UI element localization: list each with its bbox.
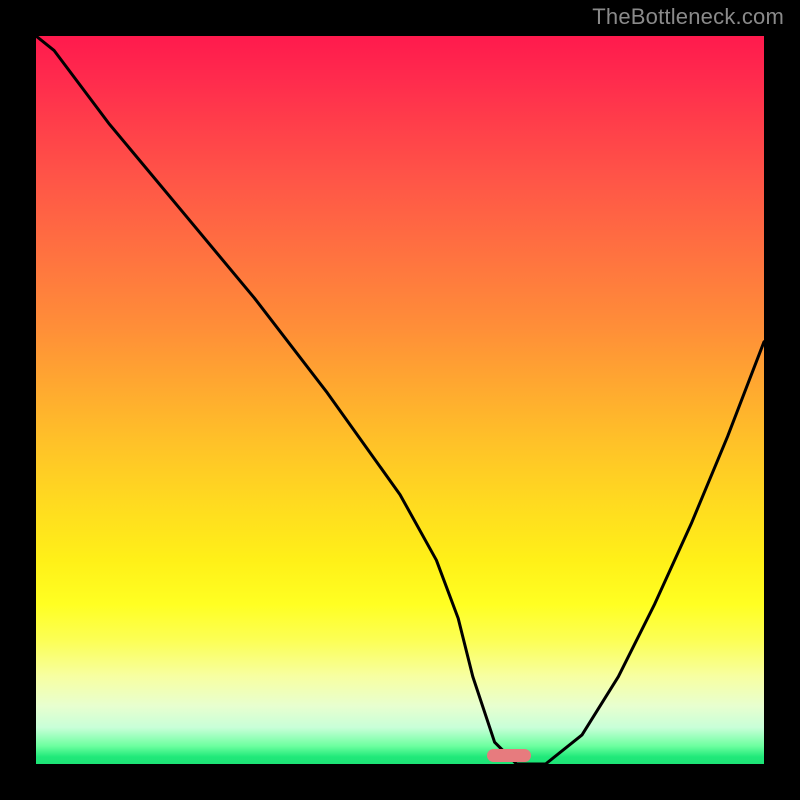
chart-container: TheBottleneck.com [0, 0, 800, 800]
watermark: TheBottleneck.com [592, 4, 784, 30]
background-gradient [36, 36, 764, 764]
plot-area [36, 36, 764, 764]
